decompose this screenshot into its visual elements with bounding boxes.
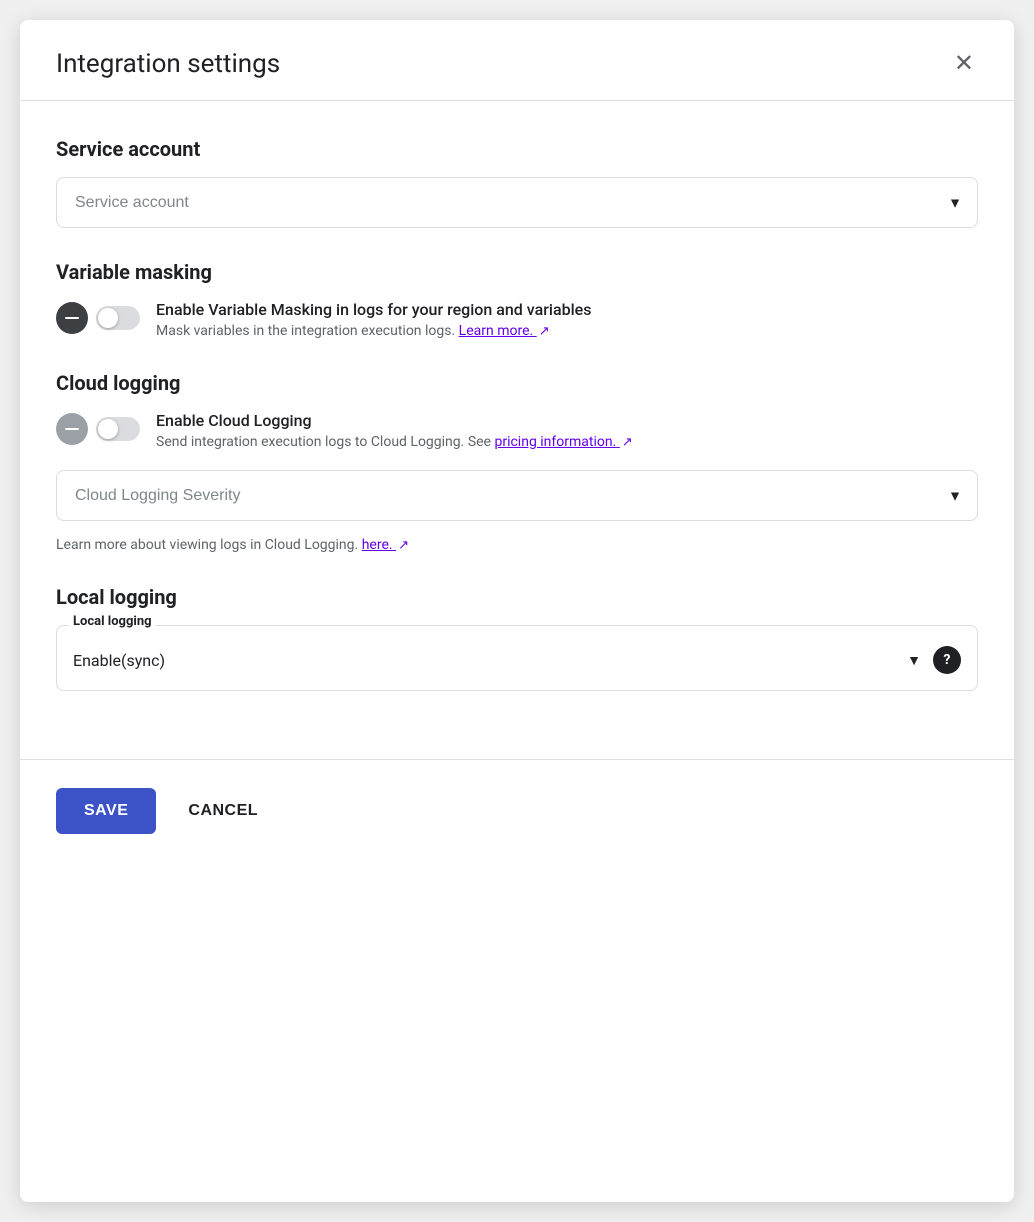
- variable-masking-toggle-group: [56, 302, 140, 334]
- local-logging-content: Enable(sync) ▼ ?: [73, 626, 961, 674]
- severity-dropdown-container: Cloud Logging Severity ▼ Learn more abou…: [56, 470, 978, 553]
- cloud-logging-here-external-icon: ↗: [398, 538, 409, 553]
- severity-dropdown-wrapper: Cloud Logging Severity ▼: [56, 470, 978, 521]
- cloud-logging-here-link[interactable]: here. ↗: [362, 537, 409, 553]
- local-logging-section: Local logging Local logging Enable(sync)…: [56, 585, 978, 691]
- cloud-logging-desc: Send integration execution logs to Cloud…: [156, 434, 978, 450]
- service-account-dropdown-wrapper: Service account ▼: [56, 177, 978, 228]
- local-logging-legend: Local logging: [69, 614, 156, 629]
- cloud-logging-row: Enable Cloud Logging Send integration ex…: [56, 411, 978, 450]
- variable-masking-external-icon: ↗: [539, 324, 550, 339]
- variable-masking-section: Variable masking Enable Variable Masking…: [56, 260, 978, 339]
- dialog-header: Integration settings ✕: [20, 20, 1014, 101]
- save-button[interactable]: SAVE: [56, 788, 156, 834]
- variable-masking-title: Variable masking: [56, 260, 978, 284]
- variable-masking-toggle[interactable]: [96, 306, 140, 330]
- variable-masking-row: Enable Variable Masking in logs for your…: [56, 300, 978, 339]
- local-logging-dropdown-arrow[interactable]: ▼: [907, 652, 921, 669]
- cloud-logging-footnote: Learn more about viewing logs in Cloud L…: [56, 537, 978, 553]
- dialog-body: Service account Service account ▼ Variab…: [20, 101, 1014, 759]
- close-button[interactable]: ✕: [950, 48, 978, 80]
- integration-settings-dialog: Integration settings ✕ Service account S…: [20, 20, 1014, 1202]
- variable-masking-text: Enable Variable Masking in logs for your…: [156, 300, 978, 339]
- cancel-button[interactable]: CANCEL: [172, 788, 274, 834]
- close-icon: ✕: [954, 52, 974, 76]
- cloud-logging-section: Cloud logging Enable Cloud Logging Send …: [56, 371, 978, 553]
- cloud-logging-toggle-group: [56, 413, 140, 445]
- cloud-logging-minus-icon: [56, 413, 88, 445]
- cloud-logging-footnote-prefix: Learn more about viewing logs in Cloud L…: [56, 537, 358, 553]
- dialog-title: Integration settings: [56, 49, 280, 79]
- local-logging-fieldset: Local logging Enable(sync) ▼ ?: [56, 625, 978, 691]
- service-account-title: Service account: [56, 137, 978, 161]
- local-logging-value: Enable(sync): [73, 651, 165, 670]
- cloud-logging-toggle[interactable]: [96, 417, 140, 441]
- cloud-logging-label: Enable Cloud Logging: [156, 411, 978, 430]
- local-logging-title: Local logging: [56, 585, 978, 609]
- cloud-logging-external-icon: ↗: [622, 435, 633, 450]
- cloud-logging-title: Cloud logging: [56, 371, 978, 395]
- variable-masking-desc: Mask variables in the integration execut…: [156, 323, 978, 339]
- severity-dropdown[interactable]: Cloud Logging Severity: [56, 470, 978, 521]
- variable-masking-desc-prefix: Mask variables in the integration execut…: [156, 323, 455, 339]
- local-logging-help-icon[interactable]: ?: [933, 646, 961, 674]
- cloud-logging-text: Enable Cloud Logging Send integration ex…: [156, 411, 978, 450]
- variable-masking-minus-icon: [56, 302, 88, 334]
- local-logging-actions: ▼ ?: [907, 646, 961, 674]
- cloud-logging-pricing-link[interactable]: pricing information. ↗: [494, 434, 632, 450]
- dialog-footer: SAVE CANCEL: [20, 759, 1014, 862]
- variable-masking-learn-more-link[interactable]: Learn more. ↗: [459, 323, 550, 339]
- cloud-logging-desc-prefix: Send integration execution logs to Cloud…: [156, 434, 491, 450]
- service-account-section: Service account Service account ▼: [56, 137, 978, 228]
- service-account-dropdown[interactable]: Service account: [56, 177, 978, 228]
- variable-masking-label: Enable Variable Masking in logs for your…: [156, 300, 978, 319]
